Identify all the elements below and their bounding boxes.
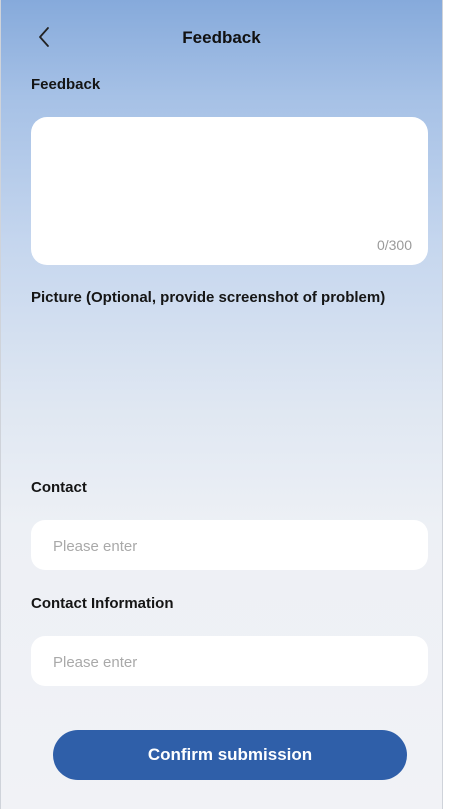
contact-input[interactable]: [51, 520, 415, 572]
contact-field-container[interactable]: [31, 520, 428, 572]
feedback-label: Feedback: [31, 76, 101, 93]
page-title: Feedback: [182, 28, 261, 47]
contact-label: Contact: [31, 479, 87, 496]
character-counter: 0/300: [376, 237, 412, 253]
contact-information-input[interactable]: [51, 636, 415, 688]
picture-upload-area[interactable]: [31, 322, 428, 462]
contact-information-field-container[interactable]: [31, 636, 428, 688]
navigation-bar: Feedback: [1, 0, 442, 78]
confirm-submission-button[interactable]: Confirm submission: [53, 730, 407, 780]
feedback-textarea[interactable]: [45, 129, 417, 233]
feedback-textarea-container[interactable]: 0/300: [31, 117, 428, 265]
contact-information-label: Contact Information: [31, 595, 174, 612]
picture-label: Picture (Optional, provide screenshot of…: [31, 289, 386, 306]
feedback-screen: Feedback Feedback 0/300 Picture (Optiona…: [0, 0, 443, 809]
